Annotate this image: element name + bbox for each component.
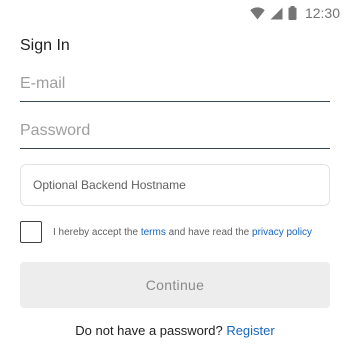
register-link[interactable]: Register [226, 323, 274, 338]
register-prompt: Do not have a password? [75, 323, 223, 338]
privacy-policy-link[interactable]: privacy policy [252, 227, 312, 238]
status-time: 12:30 [304, 5, 340, 21]
terms-row: I hereby accept the terms and have read … [20, 220, 340, 244]
wifi-icon [250, 6, 265, 19]
terms-prefix: I hereby accept the [53, 226, 139, 238]
terms-text: I hereby accept the terms and have read … [53, 227, 312, 238]
cell-signal-icon [270, 7, 283, 19]
password-field[interactable] [20, 121, 330, 149]
terms-link[interactable]: terms [141, 227, 166, 238]
page-title: Sign In [20, 37, 70, 54]
accept-terms-checkbox[interactable] [20, 221, 42, 243]
backend-hostname-field[interactable] [20, 164, 330, 206]
register-row: Do not have a password? Register [0, 323, 350, 338]
status-bar: 12:30 [0, 0, 350, 26]
battery-icon [288, 6, 297, 20]
email-field[interactable] [20, 74, 330, 102]
continue-button[interactable]: Continue [20, 262, 330, 308]
terms-middle: and have read the [168, 226, 250, 238]
